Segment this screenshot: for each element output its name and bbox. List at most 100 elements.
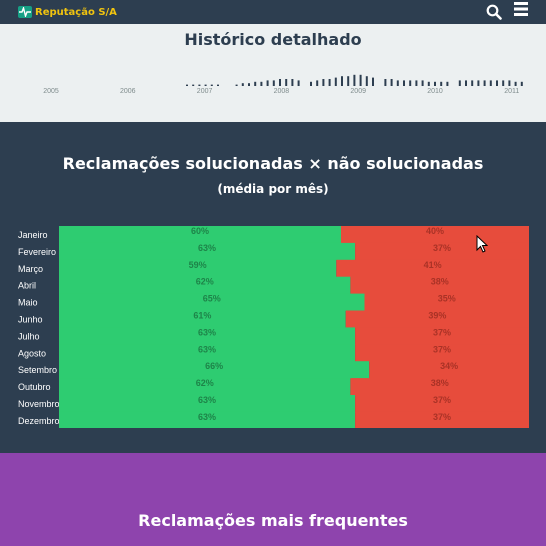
unsolved-value-label: 37% <box>433 327 451 337</box>
history-timeline-chart[interactable]: 2005 2006 2007 2008 2009 2010 2011 <box>0 70 546 100</box>
history-activity-tick <box>254 81 257 86</box>
history-year-label: 2008 <box>274 88 290 95</box>
history-year-label: 2009 <box>350 88 366 95</box>
solved-value-label: 63% <box>198 412 216 422</box>
history-activity-tick <box>396 80 399 86</box>
month-label: Janeiro <box>18 230 48 240</box>
solved-value-label: 59% <box>189 260 207 270</box>
pulse-icon <box>18 6 32 18</box>
history-activity-tick <box>297 80 300 86</box>
solved-value-label: 63% <box>198 327 216 337</box>
history-activity-tick <box>217 84 219 86</box>
month-label: Novembro <box>18 399 60 409</box>
history-activity-tick <box>502 80 505 86</box>
frequent-complaints-section: Reclamações mais frequentes <box>0 453 546 546</box>
solved-value-label: 63% <box>198 344 216 354</box>
history-title: Histórico detalhado <box>184 30 362 49</box>
month-label: Março <box>18 264 43 274</box>
history-activity-tick <box>446 81 449 86</box>
history-activity-tick <box>186 84 188 86</box>
history-activity-tick <box>483 80 486 86</box>
solved-value-label: 66% <box>205 361 223 371</box>
history-activity-tick <box>427 81 430 86</box>
month-label: Agosto <box>18 348 46 358</box>
solved-unsolved-section: Reclamações solucionadas × não soluciona… <box>0 122 546 453</box>
history-activity-tick <box>458 80 461 86</box>
history-activity-tick <box>403 80 405 86</box>
solved-value-label: 60% <box>191 226 209 236</box>
history-activity-tick <box>421 80 424 86</box>
unsolved-value-label: 35% <box>438 294 456 304</box>
brand-name: Reputação S/A <box>35 6 117 18</box>
history-activity-tick <box>465 80 467 86</box>
history-activity-tick <box>285 79 288 86</box>
month-label: Abril <box>18 281 36 291</box>
history-activity-tick <box>192 84 195 86</box>
month-label: Setembro <box>18 365 57 375</box>
search-icon[interactable] <box>486 4 502 20</box>
solved-value-label: 62% <box>196 378 214 388</box>
history-activity-tick <box>508 80 511 86</box>
frequent-section-title: Reclamações mais frequentes <box>138 511 408 530</box>
month-label: Maio <box>18 298 38 308</box>
history-activity-tick <box>520 81 523 86</box>
history-activity-tick <box>341 76 343 86</box>
history-activity-tick <box>235 84 238 86</box>
history-activity-tick <box>496 80 498 86</box>
history-activity-tick <box>266 80 269 86</box>
history-activity-tick <box>328 79 331 86</box>
history-activity-tick <box>347 76 350 86</box>
brand-link[interactable]: Reputação S/A <box>18 4 117 20</box>
history-activity-tick <box>204 84 207 86</box>
month-label: Junho <box>18 314 43 324</box>
solved-section-subtitle: (média por mês) <box>217 182 329 196</box>
hamburger-menu-icon[interactable] <box>514 1 528 17</box>
top-navbar: Reputação S/A <box>0 0 546 24</box>
unsolved-value-label: 39% <box>428 310 446 320</box>
history-year-label: 2007 <box>197 88 213 95</box>
unsolved-value-label: 37% <box>433 412 451 422</box>
solved-section-title: Reclamações solucionadas × não soluciona… <box>62 154 484 173</box>
history-activity-tick <box>359 74 362 86</box>
history-activity-tick <box>310 81 312 86</box>
solved-value-label: 63% <box>198 395 216 405</box>
history-activity-tick <box>322 79 325 86</box>
solved-value-label: 61% <box>193 310 211 320</box>
history-activity-tick <box>390 79 393 86</box>
history-year-label: 2005 <box>43 88 59 95</box>
month-label: Outubro <box>18 382 51 392</box>
history-activity-tick <box>272 80 275 86</box>
unsolved-value-label: 37% <box>433 243 451 253</box>
unsolved-value-label: 38% <box>431 277 449 287</box>
history-year-label: 2006 <box>120 88 136 95</box>
history-activity-tick <box>248 83 250 86</box>
history-activity-tick <box>384 79 387 86</box>
solved-value-label: 62% <box>196 277 214 287</box>
history-activity-tick <box>316 80 319 86</box>
unsolved-value-label: 37% <box>433 344 451 354</box>
month-label: Julho <box>18 331 40 341</box>
unsolved-value-label: 40% <box>426 226 444 236</box>
solved-value-label: 65% <box>203 294 221 304</box>
unsolved-value-label: 41% <box>424 260 442 270</box>
unsolved-value-label: 34% <box>440 361 458 371</box>
solved-value-label: 63% <box>198 243 216 253</box>
unsolved-value-label: 38% <box>431 378 449 388</box>
month-label: Dezembro <box>18 416 60 426</box>
history-year-label: 2011 <box>504 88 519 95</box>
history-activity-tick <box>291 79 294 86</box>
solved-unsolved-chart: Janeiro 60% 40% Fevereiro 63% 37% Março 59% 41% A… <box>18 226 529 428</box>
history-activity-tick <box>353 74 356 86</box>
history-activity-tick <box>372 77 374 86</box>
history-activity-tick <box>210 84 213 86</box>
mouse-cursor-icon <box>476 234 489 253</box>
unsolved-value-label: 37% <box>433 395 451 405</box>
history-activity-tick <box>198 84 201 86</box>
history-activity-tick <box>434 81 436 86</box>
history-activity-tick <box>471 80 474 86</box>
history-activity-tick <box>477 80 480 86</box>
history-activity-tick <box>440 81 443 86</box>
history-activity-tick <box>365 76 368 86</box>
history-activity-tick <box>241 83 244 86</box>
history-activity-tick <box>489 80 492 86</box>
